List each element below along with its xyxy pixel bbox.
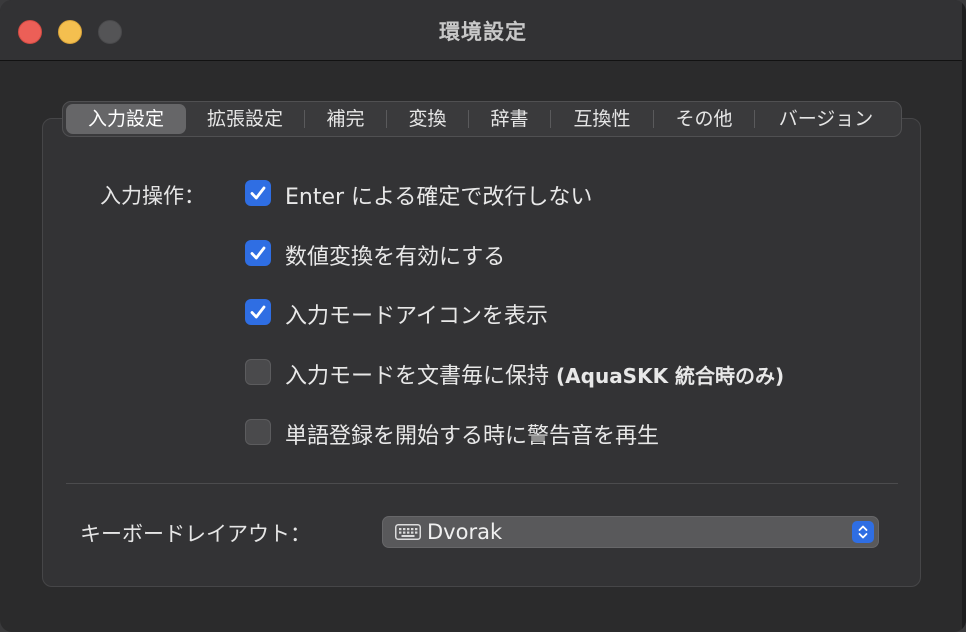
tab-extended-settings[interactable]: 拡張設定: [186, 104, 304, 134]
numeric-conversion-checkbox[interactable]: [245, 240, 271, 266]
tab-input-settings[interactable]: 入力設定: [66, 104, 186, 134]
keyboard-icon: [395, 524, 421, 540]
checkmark-icon: [250, 305, 266, 319]
warning-sound-label[interactable]: 単語登録を開始する時に警告音を再生: [285, 418, 659, 450]
input-ops-label: 入力操作：: [100, 184, 205, 208]
window-edge: [962, 0, 966, 632]
window-title: 環境設定: [439, 20, 527, 44]
keep-mode-per-document-text: 入力モードを文書毎に保持: [285, 364, 550, 389]
tab-other[interactable]: その他: [654, 104, 754, 134]
checkmark-icon: [250, 246, 266, 260]
checkmark-icon: [250, 186, 266, 200]
section-divider: [66, 483, 898, 484]
keep-mode-per-document-label[interactable]: 入力モードを文書毎に保持 (AquaSKK 統合時のみ): [285, 358, 784, 390]
aquaskk-note: (AquaSKK 統合時のみ): [556, 364, 785, 388]
show-mode-icon-label[interactable]: 入力モードアイコンを表示: [285, 298, 548, 330]
keyboard-layout-popup[interactable]: Dvorak: [382, 516, 879, 548]
show-mode-icon-checkbox[interactable]: [245, 299, 271, 325]
numeric-conversion-label[interactable]: 数値変換を有効にする: [285, 239, 505, 271]
enter-no-newline-checkbox[interactable]: [245, 180, 271, 206]
tab-version[interactable]: バージョン: [755, 104, 897, 134]
chevron-up-down-icon: [858, 525, 868, 539]
keyboard-layout-label: キーボードレイアウト：: [80, 522, 311, 546]
tab-completion[interactable]: 補完: [305, 104, 386, 134]
keep-mode-per-document-checkbox[interactable]: [245, 359, 271, 385]
warning-sound-checkbox[interactable]: [245, 419, 271, 445]
keyboard-layout-value: Dvorak: [427, 520, 503, 544]
enter-no-newline-label[interactable]: Enter による確定で改行しない: [285, 179, 592, 211]
title-bar[interactable]: 環境設定: [0, 0, 966, 61]
tab-bar: 入力設定 拡張設定 補完 変換 辞書 互換性 その他 バージョン: [62, 101, 902, 137]
preferences-window: 環境設定 入力設定 拡張設定 補完 変換 辞書 互換性 その他 バージョン 入力…: [0, 0, 966, 632]
tab-conversion[interactable]: 変換: [387, 104, 468, 134]
popup-stepper[interactable]: [852, 521, 874, 543]
tab-compatibility[interactable]: 互換性: [551, 104, 653, 134]
tab-dictionary[interactable]: 辞書: [469, 104, 550, 134]
